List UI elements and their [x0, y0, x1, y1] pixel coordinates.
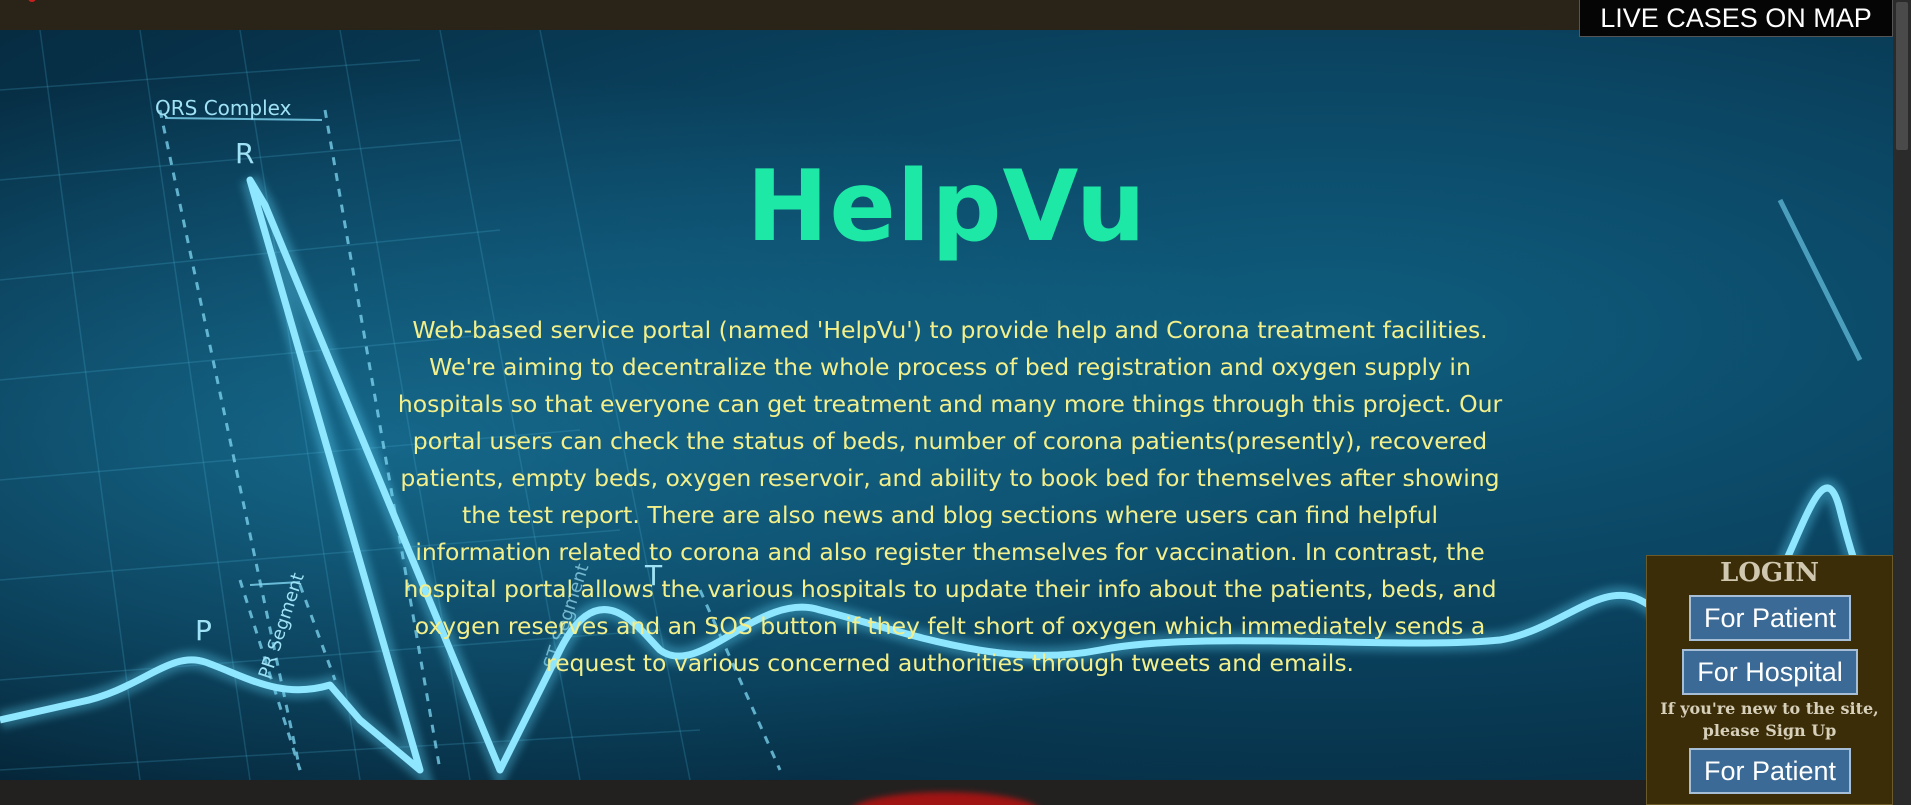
- red-dot-icon: [28, 0, 36, 2]
- decorative-red-blob: [850, 792, 1040, 805]
- login-title: LOGIN: [1719, 558, 1820, 588]
- site-title: HelpVu: [746, 150, 1147, 264]
- signup-note: If you're new to the site, please Sign U…: [1660, 699, 1879, 740]
- qrs-complex-label: QRS Complex: [155, 96, 292, 120]
- page-scrollbar[interactable]: [1893, 0, 1911, 805]
- footer-strip: [0, 780, 1893, 805]
- patient-signup-button[interactable]: For Patient: [1689, 748, 1851, 794]
- login-panel: LOGIN For Patient For Hospital If you're…: [1646, 555, 1893, 805]
- hero-section: QRS Complex R P T PR Segment ST Segment …: [0, 30, 1893, 780]
- patient-login-button[interactable]: For Patient: [1689, 595, 1851, 641]
- live-cases-map-button[interactable]: LIVE CASES ON MAP: [1579, 0, 1893, 37]
- p-wave-label: P: [195, 614, 212, 647]
- scrollbar-thumb[interactable]: [1896, 2, 1908, 150]
- site-description: Web-based service portal (named 'HelpVu'…: [397, 316, 1503, 677]
- hospital-login-button[interactable]: For Hospital: [1682, 649, 1858, 695]
